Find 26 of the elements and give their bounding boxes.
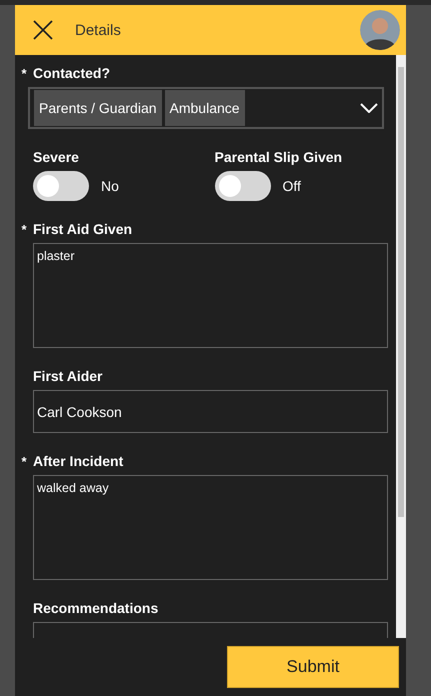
- toggle-state: No: [101, 178, 119, 194]
- submit-button[interactable]: Submit: [227, 646, 399, 688]
- close-icon[interactable]: [31, 18, 55, 42]
- required-mark: *: [20, 222, 28, 237]
- field-label: After Incident: [33, 453, 124, 469]
- toggle-state: Off: [282, 178, 301, 194]
- field-label: Contacted?: [33, 65, 110, 81]
- avatar-icon[interactable]: [360, 10, 400, 50]
- scrollbar[interactable]: [396, 55, 406, 638]
- text-field[interactable]: Carl Cookson: [33, 390, 388, 433]
- toggle-label: Parental Slip Given: [214, 149, 344, 165]
- text-area[interactable]: walked away: [33, 475, 388, 580]
- toggle-switch[interactable]: [33, 171, 89, 201]
- required-mark: *: [20, 66, 28, 81]
- toggle-switch[interactable]: [214, 171, 270, 201]
- field-label: First Aider: [33, 368, 102, 384]
- multiselect-field[interactable]: Parents / Guardian Ambulance: [28, 87, 384, 129]
- toggle-label: Severe: [33, 149, 80, 165]
- text-area[interactable]: plaster: [33, 243, 388, 348]
- required-mark: *: [20, 454, 28, 469]
- chevron-icon: [360, 103, 378, 113]
- field-label: First Aid Given: [33, 221, 132, 237]
- selected-chip[interactable]: Parents / Guardian: [34, 90, 162, 126]
- field-label: Recommendations: [33, 600, 158, 616]
- selected-chip[interactable]: Ambulance: [164, 90, 245, 126]
- header-title: Details: [75, 22, 122, 38]
